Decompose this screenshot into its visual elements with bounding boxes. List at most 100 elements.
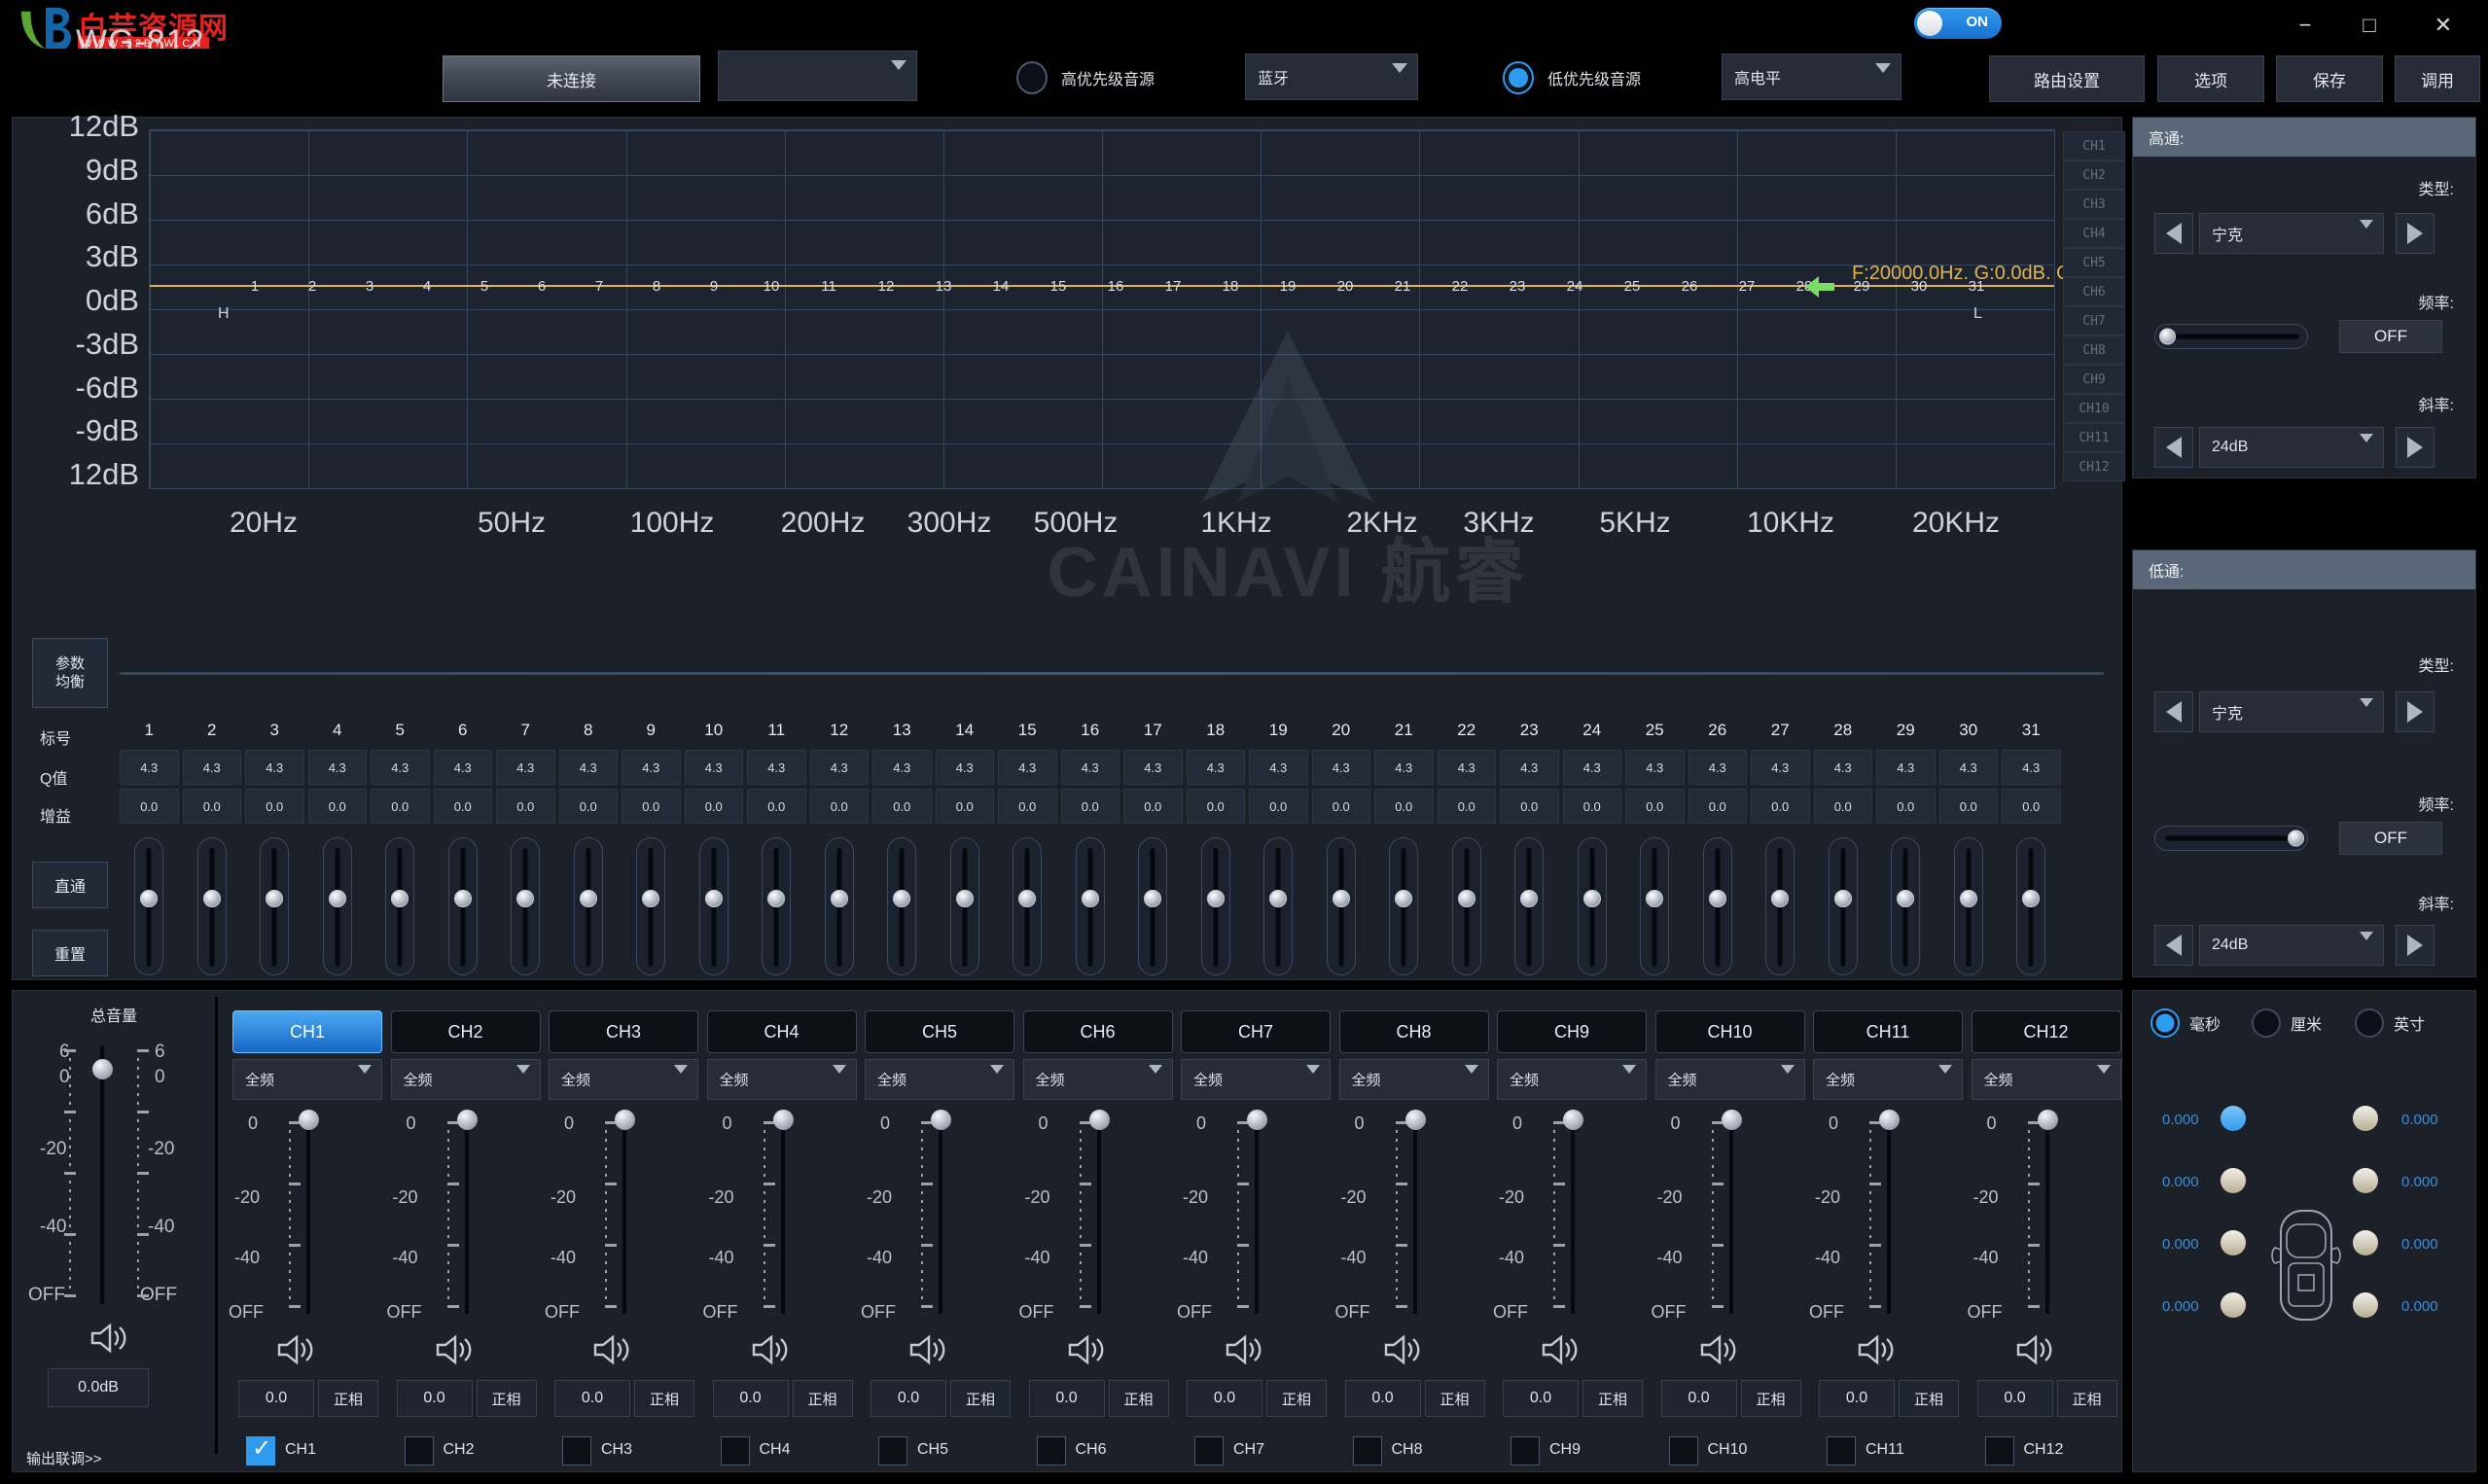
channel-enable-checkbox-ch11[interactable] bbox=[1827, 1436, 1856, 1466]
channel-enable-checkbox-ch6[interactable] bbox=[1037, 1436, 1066, 1466]
band-gain-15[interactable]: 0.0 bbox=[998, 789, 1057, 824]
band-slider-knob[interactable] bbox=[1834, 890, 1852, 907]
band-slider-30[interactable] bbox=[1954, 837, 1983, 975]
channel-fader-track[interactable] bbox=[306, 1119, 310, 1314]
channel-fader-track[interactable] bbox=[1571, 1119, 1575, 1314]
channel-fader-knob[interactable] bbox=[1247, 1110, 1267, 1130]
channel-select-ch3[interactable]: CH3 bbox=[549, 1010, 698, 1053]
master-volume-value[interactable]: 0.0dB bbox=[48, 1368, 149, 1407]
band-slider-9[interactable] bbox=[636, 837, 665, 975]
band-gain-26[interactable]: 0.0 bbox=[1688, 789, 1748, 824]
band-slider-knob[interactable] bbox=[1207, 890, 1225, 907]
delay-right-value-1[interactable]: 0.000 bbox=[2401, 1174, 2438, 1190]
high-priority-radio-group[interactable]: 高优先级音源 bbox=[1016, 61, 1155, 94]
channel-mode-dropdown-ch1[interactable]: 全频 bbox=[232, 1059, 382, 1100]
low-priority-radio-group[interactable]: 低优先级音源 bbox=[1503, 61, 1641, 94]
delay-right-speaker-2[interactable] bbox=[2353, 1230, 2378, 1255]
channel-gain-value[interactable]: 0.0 bbox=[1503, 1380, 1579, 1417]
channel-fader-knob[interactable] bbox=[1089, 1110, 1110, 1130]
highpass-slope-next-button[interactable] bbox=[2396, 427, 2435, 468]
channel-phase-value[interactable]: 正相 bbox=[1899, 1380, 1959, 1417]
channel-gain-value[interactable]: 0.0 bbox=[871, 1380, 946, 1417]
channel-enable-checkbox-ch3[interactable] bbox=[562, 1436, 591, 1466]
band-gain-16[interactable]: 0.0 bbox=[1061, 789, 1120, 824]
lowpass-freq-value[interactable]: OFF bbox=[2339, 822, 2442, 855]
channel-speaker-icon[interactable] bbox=[1382, 1333, 1425, 1366]
band-number-21[interactable]: 21 bbox=[1395, 278, 1411, 295]
graph-channel-ch7[interactable]: CH7 bbox=[2063, 306, 2125, 336]
channel-select-ch6[interactable]: CH6 bbox=[1023, 1010, 1173, 1053]
channel-select-ch4[interactable]: CH4 bbox=[707, 1010, 857, 1053]
band-slider-19[interactable] bbox=[1263, 837, 1293, 975]
high-priority-source-dropdown[interactable]: 蓝牙 bbox=[1245, 53, 1418, 100]
band-gain-2[interactable]: 0.0 bbox=[183, 789, 242, 824]
band-number-7[interactable]: 7 bbox=[595, 278, 603, 295]
channel-speaker-icon[interactable] bbox=[591, 1333, 634, 1366]
band-number-4[interactable]: 4 bbox=[423, 278, 431, 295]
channel-select-ch12[interactable]: CH12 bbox=[1972, 1010, 2121, 1053]
channel-fader-knob[interactable] bbox=[299, 1110, 319, 1130]
channel-enable-checkbox-ch5[interactable] bbox=[878, 1436, 907, 1466]
channel-phase-value[interactable]: 正相 bbox=[1109, 1380, 1169, 1417]
band-number-26[interactable]: 26 bbox=[1682, 278, 1698, 295]
options-button[interactable]: 选项 bbox=[2157, 55, 2264, 102]
band-number-27[interactable]: 27 bbox=[1739, 278, 1756, 295]
highpass-slope-dropdown[interactable]: 24dB bbox=[2199, 427, 2384, 468]
band-gain-14[interactable]: 0.0 bbox=[936, 789, 995, 824]
delay-left-speaker-1[interactable] bbox=[2221, 1168, 2246, 1193]
delay-right-value-0[interactable]: 0.000 bbox=[2401, 1112, 2438, 1128]
device-select-dropdown[interactable] bbox=[718, 51, 917, 101]
band-slider-knob[interactable] bbox=[329, 890, 346, 907]
channel-mode-dropdown-ch8[interactable]: 全频 bbox=[1339, 1059, 1489, 1100]
band-slider-1[interactable] bbox=[134, 837, 163, 975]
band-slider-knob[interactable] bbox=[1960, 890, 1977, 907]
band-gain-6[interactable]: 0.0 bbox=[434, 789, 493, 824]
band-number-8[interactable]: 8 bbox=[653, 278, 660, 295]
delay-right-speaker-1[interactable] bbox=[2353, 1168, 2378, 1193]
channel-select-ch8[interactable]: CH8 bbox=[1339, 1010, 1489, 1053]
channel-mode-dropdown-ch9[interactable]: 全频 bbox=[1497, 1059, 1647, 1100]
band-slider-knob[interactable] bbox=[1144, 890, 1161, 907]
band-slider-knob[interactable] bbox=[1458, 890, 1475, 907]
band-q-27[interactable]: 4.3 bbox=[1751, 750, 1810, 785]
band-q-30[interactable]: 4.3 bbox=[1939, 750, 1999, 785]
band-slider-knob[interactable] bbox=[203, 890, 221, 907]
band-q-10[interactable]: 4.3 bbox=[685, 750, 744, 785]
band-q-14[interactable]: 4.3 bbox=[936, 750, 995, 785]
channel-fader-track[interactable] bbox=[1729, 1119, 1733, 1314]
band-number-25[interactable]: 25 bbox=[1624, 278, 1641, 295]
channel-speaker-icon[interactable] bbox=[1066, 1333, 1109, 1366]
band-slider-22[interactable] bbox=[1452, 837, 1481, 975]
channel-fader-track[interactable] bbox=[465, 1119, 469, 1314]
band-number-18[interactable]: 18 bbox=[1223, 278, 1239, 295]
band-q-21[interactable]: 4.3 bbox=[1374, 750, 1434, 785]
band-q-11[interactable]: 4.3 bbox=[747, 750, 806, 785]
channel-mode-dropdown-ch12[interactable]: 全频 bbox=[1972, 1059, 2121, 1100]
graph-channel-ch12[interactable]: CH12 bbox=[2063, 452, 2125, 481]
band-gain-18[interactable]: 0.0 bbox=[1187, 789, 1246, 824]
band-q-25[interactable]: 4.3 bbox=[1625, 750, 1685, 785]
band-slider-knob[interactable] bbox=[1082, 890, 1099, 907]
band-slider-26[interactable] bbox=[1703, 837, 1732, 975]
channel-enable-checkbox-ch9[interactable] bbox=[1511, 1436, 1540, 1466]
band-q-16[interactable]: 4.3 bbox=[1061, 750, 1120, 785]
band-slider-knob[interactable] bbox=[1018, 890, 1036, 907]
band-gain-3[interactable]: 0.0 bbox=[245, 789, 304, 824]
highpass-slider-knob[interactable] bbox=[2159, 329, 2176, 345]
channel-mode-dropdown-ch10[interactable]: 全频 bbox=[1655, 1059, 1805, 1100]
channel-enable-checkbox-ch8[interactable] bbox=[1353, 1436, 1382, 1466]
reset-button[interactable]: 重置 bbox=[32, 930, 108, 976]
channel-enable-checkbox-ch12[interactable] bbox=[1985, 1436, 2014, 1466]
band-number-5[interactable]: 5 bbox=[480, 278, 488, 295]
delay-left-speaker-3[interactable] bbox=[2221, 1292, 2246, 1318]
graph-channel-ch2[interactable]: CH2 bbox=[2063, 160, 2125, 190]
channel-fader-track[interactable] bbox=[781, 1119, 785, 1314]
channel-mode-dropdown-ch5[interactable]: 全频 bbox=[865, 1059, 1014, 1100]
highpass-freq-slider[interactable] bbox=[2154, 324, 2308, 349]
highpass-slope-prev-button[interactable] bbox=[2154, 427, 2193, 468]
band-q-12[interactable]: 4.3 bbox=[810, 750, 870, 785]
channel-phase-value[interactable]: 正相 bbox=[1266, 1380, 1327, 1417]
channel-phase-value[interactable]: 正相 bbox=[1425, 1380, 1485, 1417]
channel-fader-track[interactable] bbox=[622, 1119, 626, 1314]
channel-phase-value[interactable]: 正相 bbox=[1582, 1380, 1643, 1417]
